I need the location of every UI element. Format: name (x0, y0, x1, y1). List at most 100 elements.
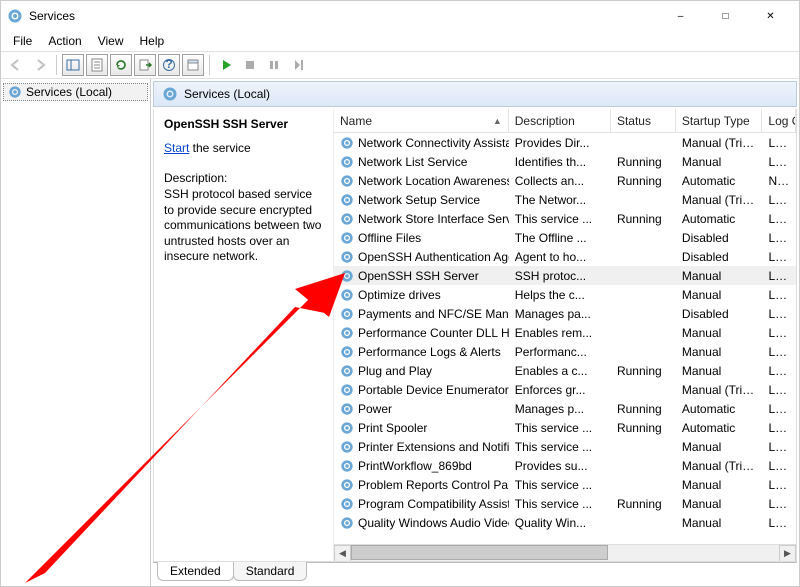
cell-name: Network List Service (334, 155, 509, 169)
cell-status: Running (611, 421, 676, 435)
cell-logon: Local System (762, 478, 796, 492)
stop-service-button[interactable] (239, 54, 261, 76)
col-header-startup[interactable]: Startup Type (676, 109, 763, 132)
export-list-button[interactable] (134, 54, 156, 76)
bottom-tabs: Extended Standard (153, 562, 797, 584)
cell-startup: Automatic (676, 402, 763, 416)
service-row[interactable]: Network Setup ServiceThe Networ...Manual… (334, 190, 796, 209)
cell-name: Network Setup Service (334, 193, 509, 207)
menu-file[interactable]: File (5, 32, 40, 50)
pause-service-button[interactable] (263, 54, 285, 76)
cell-logon: Local System (762, 421, 796, 435)
minimize-button[interactable]: – (658, 1, 703, 31)
gear-icon (340, 155, 354, 169)
service-row[interactable]: Optimize drivesHelps the c...ManualLocal… (334, 285, 796, 304)
cell-startup: Disabled (676, 307, 763, 321)
gear-icon (340, 516, 354, 530)
service-row[interactable]: OpenSSH SSH ServerSSH protoc...ManualLoc… (334, 266, 796, 285)
back-button[interactable] (5, 54, 27, 76)
cell-description: Provides su... (509, 459, 611, 473)
cell-description: Enables a c... (509, 364, 611, 378)
service-row[interactable]: Offline FilesThe Offline ...DisabledLoca… (334, 228, 796, 247)
cell-description: Provides Dir... (509, 136, 611, 150)
service-row[interactable]: Printer Extensions and NotificationsThis… (334, 437, 796, 456)
scroll-right-button[interactable]: ▶ (779, 545, 796, 562)
cell-startup: Automatic (676, 421, 763, 435)
tab-extended[interactable]: Extended (157, 562, 234, 581)
scroll-track[interactable] (351, 545, 779, 562)
cell-name: Performance Counter DLL Host (334, 326, 509, 340)
service-row[interactable]: Network List ServiceIdentifies th...Runn… (334, 152, 796, 171)
right-pane: Services (Local) OpenSSH SSH Server Star… (151, 79, 799, 586)
horizontal-scrollbar[interactable]: ◀ ▶ (334, 544, 796, 561)
menu-view[interactable]: View (90, 32, 132, 50)
tree-root-label: Services (Local) (26, 85, 112, 99)
cell-description: Enforces gr... (509, 383, 611, 397)
restart-service-button[interactable] (287, 54, 309, 76)
toolbar: ? (1, 51, 799, 79)
service-row[interactable]: Plug and PlayEnables a c...RunningManual… (334, 361, 796, 380)
cell-logon: Local System (762, 402, 796, 416)
cell-name: Power (334, 402, 509, 416)
show-hide-tree-button[interactable] (62, 54, 84, 76)
properties-button[interactable] (86, 54, 108, 76)
menu-action[interactable]: Action (40, 32, 89, 50)
col-header-name[interactable]: Name▲ (334, 109, 509, 132)
services-app-icon (7, 8, 23, 24)
titlebar: Services – □ ✕ (1, 1, 799, 31)
service-row[interactable]: OpenSSH Authentication AgentAgent to ho.… (334, 247, 796, 266)
service-row[interactable]: Network Location AwarenessCollects an...… (334, 171, 796, 190)
tree-root-services-local[interactable]: Services (Local) (3, 83, 148, 101)
pane-header: Services (Local) (153, 81, 797, 107)
service-row[interactable]: Problem Reports Control Panel SupportThi… (334, 475, 796, 494)
start-service-button[interactable] (215, 54, 237, 76)
col-header-description[interactable]: Description (509, 109, 611, 132)
help-button[interactable]: ? (158, 54, 180, 76)
service-row[interactable]: Performance Counter DLL HostEnables rem.… (334, 323, 796, 342)
maximize-button[interactable]: □ (703, 1, 748, 31)
service-row[interactable]: Portable Device Enumerator ServiceEnforc… (334, 380, 796, 399)
main-area: Services (Local) Services (Local) OpenSS… (1, 79, 799, 586)
gear-icon (340, 174, 354, 188)
cell-description: Agent to ho... (509, 250, 611, 264)
cell-startup: Manual (Trig... (676, 383, 763, 397)
service-row[interactable]: Payments and NFC/SE ManagerManages pa...… (334, 304, 796, 323)
cell-logon: Local Service (762, 326, 796, 340)
service-row[interactable]: Quality Windows Audio Video ExperienceQu… (334, 513, 796, 532)
service-row[interactable]: PowerManages p...RunningAutomaticLocal S… (334, 399, 796, 418)
gear-icon (340, 402, 354, 416)
cell-name: Program Compatibility Assistant Service (334, 497, 509, 511)
service-list-body[interactable]: Network Connectivity AssistantProvides D… (334, 133, 796, 544)
cell-startup: Manual (676, 155, 763, 169)
col-header-logon[interactable]: Log On As (762, 109, 796, 132)
service-row[interactable]: Program Compatibility Assistant ServiceT… (334, 494, 796, 513)
window-title: Services (29, 9, 658, 23)
cell-logon: Local Service (762, 212, 796, 226)
close-button[interactable]: ✕ (748, 1, 793, 31)
toolbar-separator (209, 55, 210, 75)
col-header-status[interactable]: Status (611, 109, 676, 132)
cell-description: This service ... (509, 478, 611, 492)
service-row[interactable]: Network Connectivity AssistantProvides D… (334, 133, 796, 152)
cell-description: The Networ... (509, 193, 611, 207)
scroll-thumb[interactable] (351, 545, 608, 560)
cell-logon: Local System (762, 193, 796, 207)
cell-startup: Manual (676, 516, 763, 530)
service-row[interactable]: Performance Logs & AlertsPerformanc...Ma… (334, 342, 796, 361)
properties2-button[interactable] (182, 54, 204, 76)
gear-icon (340, 231, 354, 245)
forward-button[interactable] (29, 54, 51, 76)
gear-icon (8, 85, 22, 99)
refresh-button[interactable] (110, 54, 132, 76)
cell-status: Running (611, 364, 676, 378)
cell-name: Network Store Interface Service (334, 212, 509, 226)
description-label: Description: (164, 171, 323, 185)
cell-logon: Local System (762, 250, 796, 264)
service-row[interactable]: Print SpoolerThis service ...RunningAuto… (334, 418, 796, 437)
tab-standard[interactable]: Standard (233, 562, 308, 581)
service-row[interactable]: Network Store Interface ServiceThis serv… (334, 209, 796, 228)
service-row[interactable]: PrintWorkflow_869bdProvides su...Manual … (334, 456, 796, 475)
scroll-left-button[interactable]: ◀ (334, 545, 351, 562)
start-service-link[interactable]: Start (164, 141, 189, 155)
menu-help[interactable]: Help (132, 32, 173, 50)
